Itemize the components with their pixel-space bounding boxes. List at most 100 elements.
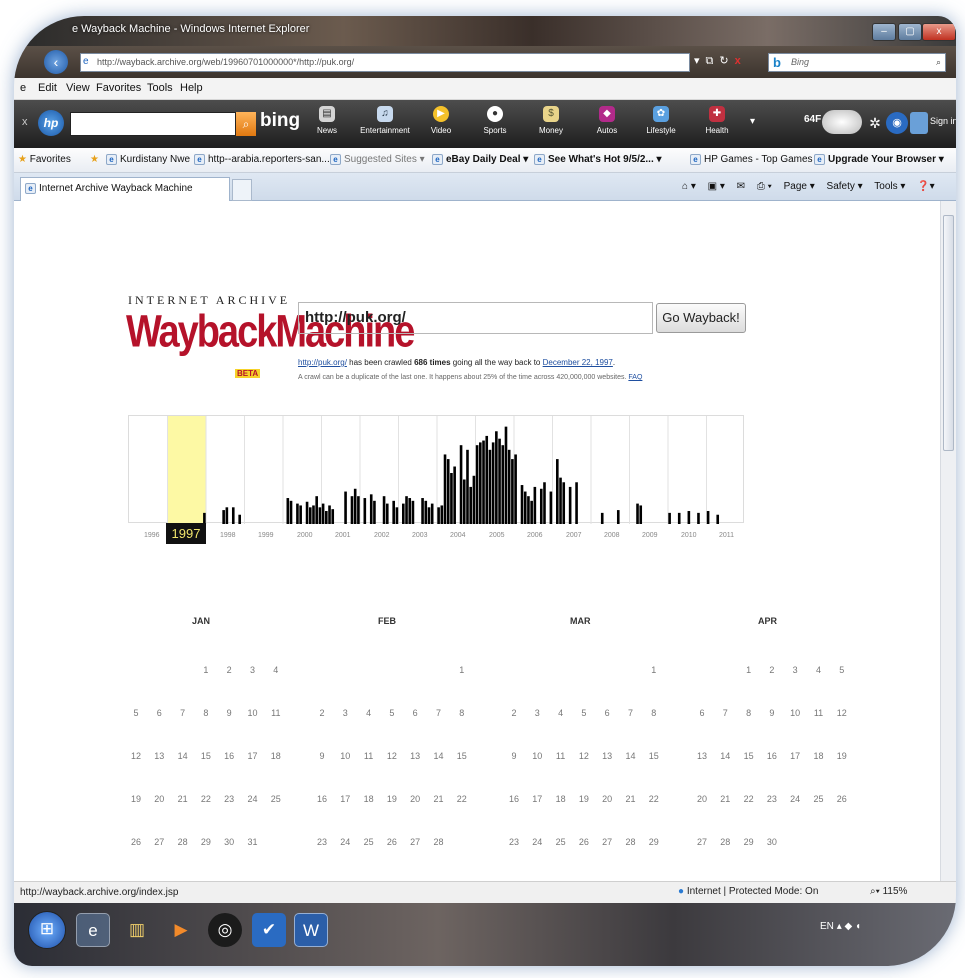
- timeline-bar[interactable]: [427, 507, 431, 524]
- taskbar-word-icon[interactable]: W: [294, 913, 328, 947]
- timeline-bar[interactable]: [498, 438, 501, 524]
- timeline-bar[interactable]: [527, 496, 530, 524]
- taskbar-ie-icon[interactable]: e: [76, 913, 110, 947]
- timeline-bar[interactable]: [315, 496, 318, 524]
- year-label-2001[interactable]: 2001: [335, 532, 351, 539]
- timeline-bar[interactable]: [446, 459, 450, 524]
- timeline-bar[interactable]: [382, 496, 386, 524]
- print-icon[interactable]: ⎙ ▾: [757, 181, 772, 192]
- taskbar-hp-icon[interactable]: ◎: [208, 913, 242, 947]
- stop-icon[interactable]: x: [735, 55, 747, 67]
- timeline-bar[interactable]: [475, 445, 479, 524]
- sign-in-link[interactable]: Sign in: [930, 116, 956, 126]
- refresh-icon[interactable]: ↻: [719, 55, 734, 67]
- year-label-2004[interactable]: 2004: [450, 532, 466, 539]
- timeline-bar[interactable]: [575, 482, 578, 524]
- fav-suggested-sites[interactable]: e Suggested Sites ▾: [330, 154, 425, 165]
- fav-upgrade-browser[interactable]: e Upgrade Your Browser ▾: [814, 154, 944, 165]
- toolbar-news[interactable]: ▤ News: [302, 106, 352, 135]
- hp-logo[interactable]: hp: [38, 110, 64, 136]
- timeline-bar[interactable]: [479, 442, 482, 524]
- hp-search-input[interactable]: [70, 112, 236, 136]
- timeline-bar[interactable]: [402, 503, 405, 524]
- year-label-2008[interactable]: 2008: [604, 532, 620, 539]
- timeline-bar[interactable]: [225, 507, 229, 524]
- timeline-bar[interactable]: [543, 482, 546, 524]
- help-icon[interactable]: ❓▾: [917, 181, 934, 192]
- tray-volume-icon[interactable]: ◖: [855, 921, 861, 932]
- fav-ebay-daily-deal[interactable]: e eBay Daily Deal ▾: [432, 154, 528, 165]
- signin-icon[interactable]: [910, 112, 928, 134]
- selected-year-badge[interactable]: 1997: [166, 523, 206, 544]
- timeline-bar[interactable]: [491, 442, 495, 524]
- timeline-bar[interactable]: [472, 475, 476, 524]
- toolbar-autos[interactable]: ◆ Autos: [582, 106, 632, 135]
- timeline-bar[interactable]: [559, 477, 562, 524]
- timeline-bar[interactable]: [501, 445, 505, 524]
- timeline-bar[interactable]: [289, 500, 293, 524]
- timeline-bar[interactable]: [716, 514, 720, 524]
- timeline-bar[interactable]: [507, 449, 511, 524]
- year-label-2002[interactable]: 2002: [374, 532, 390, 539]
- menu-file[interactable]: e: [20, 82, 26, 94]
- taskbar-check-icon[interactable]: ✔: [252, 913, 286, 947]
- toolbar-entertainment[interactable]: ♫ Entertainment: [360, 106, 410, 135]
- timeline-bar[interactable]: [353, 488, 357, 524]
- year-label-2009[interactable]: 2009: [642, 532, 658, 539]
- menu-favorites[interactable]: Favorites: [96, 82, 141, 94]
- timeline-bar[interactable]: [430, 503, 434, 524]
- timeline-bar[interactable]: [687, 511, 691, 524]
- timeline-bar[interactable]: [325, 511, 328, 524]
- year-label-1998[interactable]: 1998: [220, 532, 236, 539]
- year-label-1996[interactable]: 1996: [144, 532, 160, 539]
- timeline-bar[interactable]: [344, 491, 347, 524]
- faq-link[interactable]: FAQ: [628, 374, 642, 381]
- timeline-bar[interactable]: [443, 454, 447, 524]
- timeline-bar[interactable]: [369, 494, 373, 524]
- timeline-bar[interactable]: [231, 507, 235, 524]
- safety-menu[interactable]: Safety ▾: [827, 181, 863, 192]
- timeline-bar[interactable]: [511, 459, 514, 524]
- timeline-bar[interactable]: [392, 500, 395, 524]
- vertical-scrollbar[interactable]: [940, 201, 956, 881]
- timeline-bar[interactable]: [482, 440, 485, 524]
- timeline-bar[interactable]: [331, 509, 335, 524]
- dropdown-arrow-icon[interactable]: ▾: [694, 55, 706, 67]
- new-tab-button[interactable]: [232, 179, 252, 201]
- timeline-bar[interactable]: [453, 466, 456, 524]
- timeline-bar[interactable]: [469, 486, 472, 524]
- timeline-bar[interactable]: [639, 505, 643, 524]
- minimize-button[interactable]: –: [872, 23, 896, 41]
- timeline-bar[interactable]: [668, 512, 671, 524]
- crawl-timeline-chart[interactable]: [128, 415, 744, 524]
- taskbar-explorer-icon[interactable]: ▥: [120, 913, 154, 947]
- toolbar-money[interactable]: $ Money: [526, 106, 576, 135]
- year-label-2003[interactable]: 2003: [412, 532, 428, 539]
- fav-arabia-reporters[interactable]: e http--arabia.reporters-san...: [194, 154, 330, 165]
- timeline-bar[interactable]: [385, 503, 389, 524]
- toolbar-video[interactable]: ▶ Video: [416, 106, 466, 135]
- year-label-2000[interactable]: 2000: [297, 532, 313, 539]
- timeline-bar[interactable]: [697, 512, 700, 524]
- fav-hp-games[interactable]: e HP Games - Top Games ▾: [690, 154, 820, 165]
- timeline-bar[interactable]: [405, 496, 408, 524]
- year-label-2010[interactable]: 2010: [681, 532, 697, 539]
- timeline-bar[interactable]: [636, 503, 639, 524]
- timeline-bar[interactable]: [299, 505, 302, 524]
- year-label-1999[interactable]: 1999: [258, 532, 274, 539]
- timeline-bar[interactable]: [373, 500, 376, 524]
- timeline-bar[interactable]: [556, 459, 559, 524]
- year-label-2007[interactable]: 2007: [566, 532, 582, 539]
- timeline-bar[interactable]: [514, 454, 517, 524]
- year-label-2005[interactable]: 2005: [489, 532, 505, 539]
- year-label-2006[interactable]: 2006: [527, 532, 543, 539]
- hp-button-icon[interactable]: ◉: [886, 112, 908, 134]
- toolbar-lifestyle[interactable]: ✿ Lifestyle: [636, 106, 686, 135]
- timeline-bar[interactable]: [238, 514, 241, 524]
- tools-menu[interactable]: Tools ▾: [874, 181, 905, 192]
- timeline-bar[interactable]: [488, 449, 492, 524]
- timeline-bar[interactable]: [706, 511, 710, 524]
- site-link[interactable]: http://puk.org/: [298, 358, 347, 367]
- timeline-bar[interactable]: [520, 485, 524, 524]
- timeline-bar[interactable]: [495, 431, 498, 524]
